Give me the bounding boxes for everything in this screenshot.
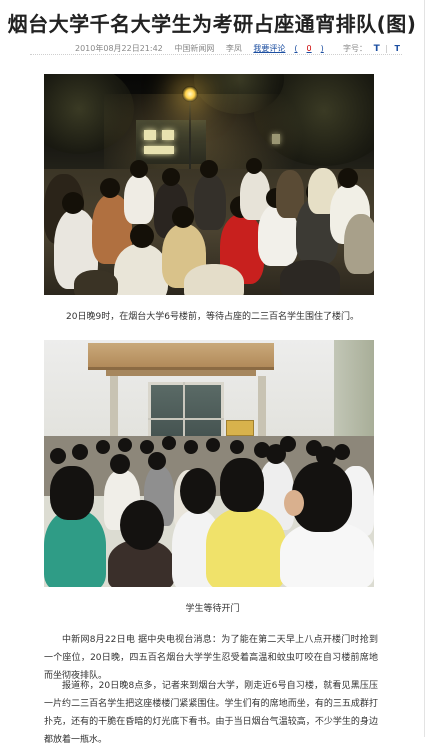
comment-link-label[interactable]: 我要评论 xyxy=(253,44,285,53)
comment-count[interactable]: 0 xyxy=(307,44,312,53)
font-small-button[interactable]: T xyxy=(395,44,400,53)
article-meta: 2010年08月22日21:42 中国新闻网 李凤 我要评论 (0) 字号： T … xyxy=(0,40,424,62)
article-paragraph-2: 报道称，20日晚8点多，记者来到烟台大学，刚走近6号自习楼，就看见黑压压一片约二… xyxy=(44,681,378,745)
article-headline: 烟台大学千名大学生为考研占座通宵排队(图) xyxy=(7,12,417,36)
font-large-button[interactable]: T xyxy=(374,44,380,54)
header-divider xyxy=(30,54,402,55)
comment-count-open[interactable]: ( xyxy=(294,44,297,53)
photo-caption-1: 20日晚9时，在烟台大学6号楼前，等待占座的二三百名学生围住了楼门。 xyxy=(66,312,359,322)
night-crowd-photo xyxy=(44,74,374,295)
font-size-separator: | xyxy=(385,44,388,53)
publish-datetime: 2010年08月22日21:42 xyxy=(75,44,163,53)
font-size-label: 字号： xyxy=(343,44,368,53)
article-byline: 2010年08月22日21:42 中国新闻网 李凤 我要评论 (0) xyxy=(75,43,342,54)
article-page: 烟台大学千名大学生为考研占座通宵排队(图) 2010年08月22日21:42 中… xyxy=(0,0,425,745)
comment-count-close[interactable]: ) xyxy=(321,44,324,53)
queue-at-door-photo xyxy=(44,340,374,587)
author-name: 李凤 xyxy=(225,44,242,53)
news-source: 中国新闻网 xyxy=(174,44,215,53)
photo-caption-2: 学生等待开门 xyxy=(185,604,240,614)
font-size-controls: 字号： T | T xyxy=(343,43,400,54)
comment-link[interactable]: 我要评论 (0) xyxy=(253,44,332,53)
